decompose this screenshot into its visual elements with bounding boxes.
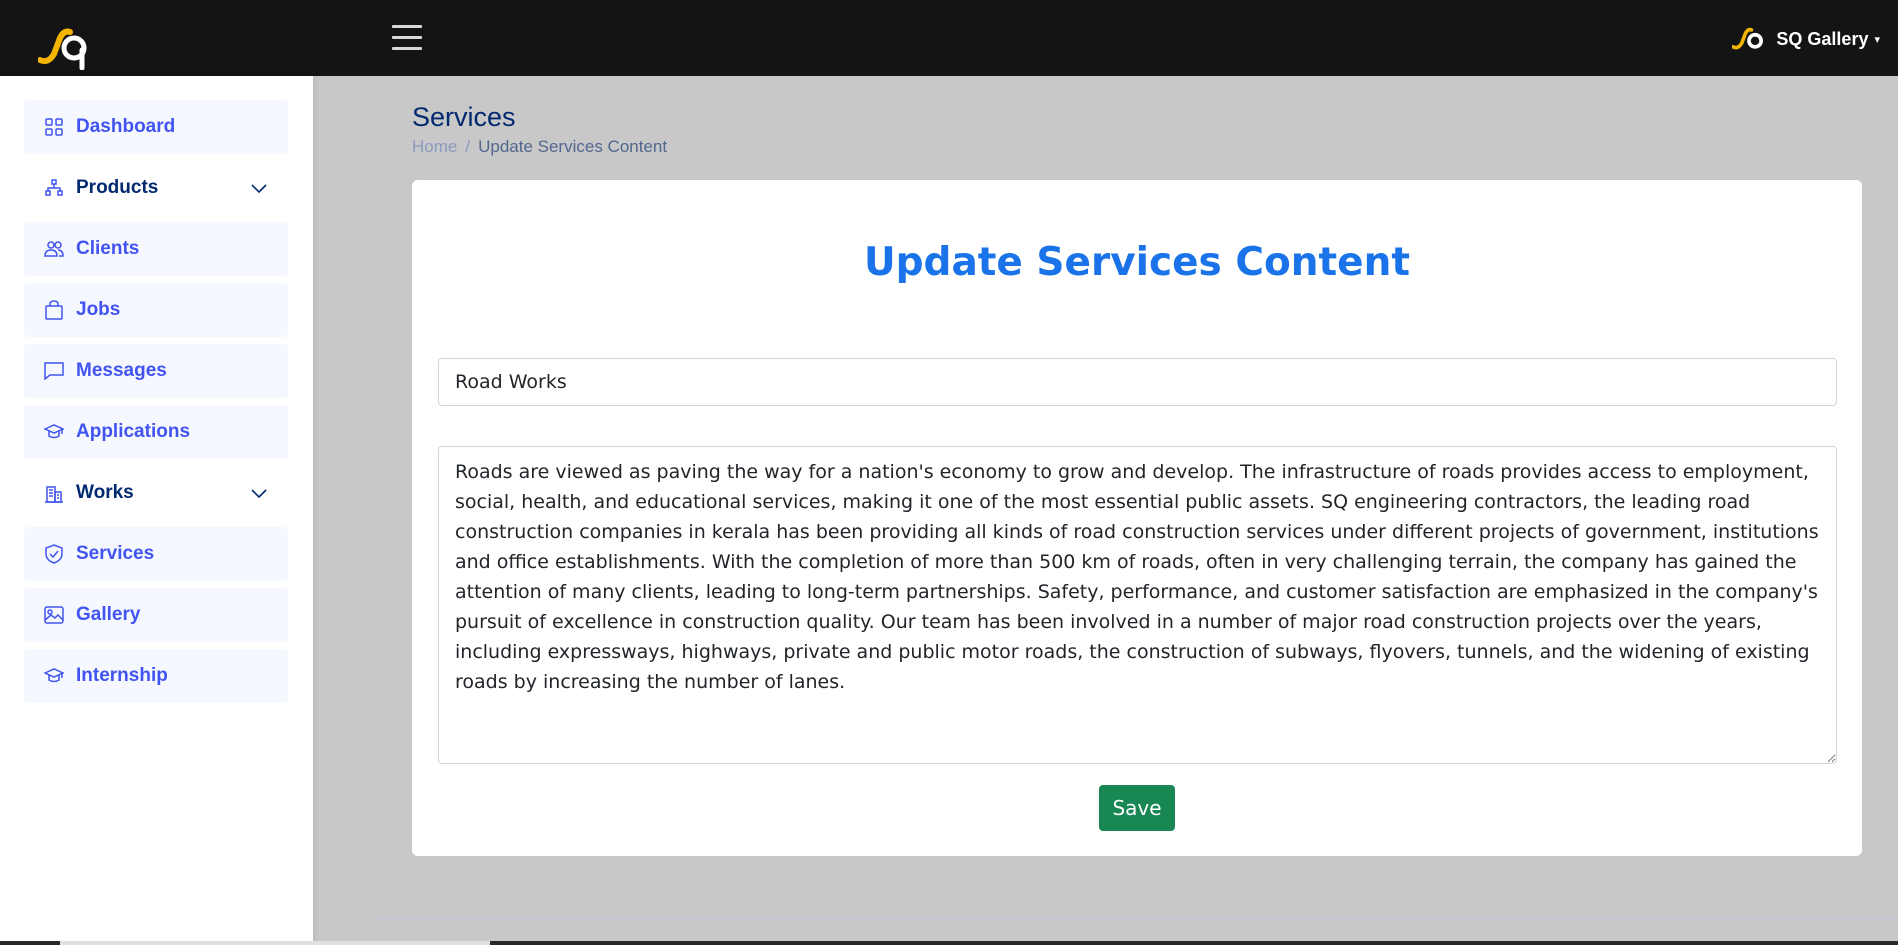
sidebar-item-dashboard[interactable]: Dashboard [24,100,288,154]
sidebar-item-label: Jobs [76,299,121,320]
building-icon [44,483,64,503]
menu-toggle-icon[interactable] [392,25,422,53]
grid-icon [44,117,64,137]
profile-name: SQ Gallery [1776,28,1869,49]
breadcrumb-home-link[interactable]: Home [412,137,457,157]
sidebar-item-label: Services [76,543,155,564]
top-navbar: SQ Gallery ▾ [0,0,1898,76]
footer-divider [375,918,1898,919]
chevron-down-icon [251,489,267,499]
sidebar: Dashboard Products Clients Jobs Messages… [0,76,313,945]
service-content-textarea[interactable]: Roads are viewed as paving the way for a… [438,446,1837,764]
chevron-down-icon: ▾ [1874,33,1880,46]
profile-logo-icon [1732,27,1764,50]
bottom-strip [0,941,1898,945]
service-title-input[interactable] [438,358,1837,406]
mortarboard-icon [44,666,64,686]
mortarboard-icon [44,422,64,442]
sidebar-item-label: Dashboard [76,116,176,137]
sidebar-item-internship[interactable]: Internship [24,649,288,703]
save-button[interactable]: Save [1099,785,1175,831]
chevron-down-icon [251,184,267,194]
sidebar-item-label: Internship [76,665,168,686]
breadcrumb: Home / Update Services Content [412,137,667,157]
sidebar-item-label: Messages [76,360,167,381]
profile-dropdown[interactable]: SQ Gallery ▾ [1732,22,1880,56]
breadcrumb-current: Update Services Content [478,137,668,156]
diagram-icon [44,178,64,198]
sidebar-item-applications[interactable]: Applications [24,405,288,459]
sidebar-item-label: Gallery [76,604,141,625]
sidebar-item-label: Applications [76,421,191,442]
chat-icon [44,361,64,381]
people-icon [44,239,64,259]
page-title: Services [412,102,516,132]
sidebar-item-label: Products [76,177,159,198]
brand-logo[interactable] [38,24,94,70]
sidebar-item-services[interactable]: Services [24,527,288,581]
shield-check-icon [44,544,64,564]
image-icon [44,605,64,625]
sidebar-item-clients[interactable]: Clients [24,222,288,276]
bag-icon [44,300,64,320]
sidebar-item-label: Clients [76,238,140,259]
sidebar-item-works[interactable]: Works [24,466,288,520]
form-heading: Update Services Content [863,240,1411,285]
sidebar-item-label: Works [76,482,134,503]
update-services-card: Update Services Content Roads are viewed… [412,180,1862,856]
breadcrumb-separator: / [465,137,471,156]
sidebar-item-products[interactable]: Products [24,161,288,215]
sidebar-item-jobs[interactable]: Jobs [24,283,288,337]
sidebar-item-gallery[interactable]: Gallery [24,588,288,642]
sidebar-item-messages[interactable]: Messages [24,344,288,398]
